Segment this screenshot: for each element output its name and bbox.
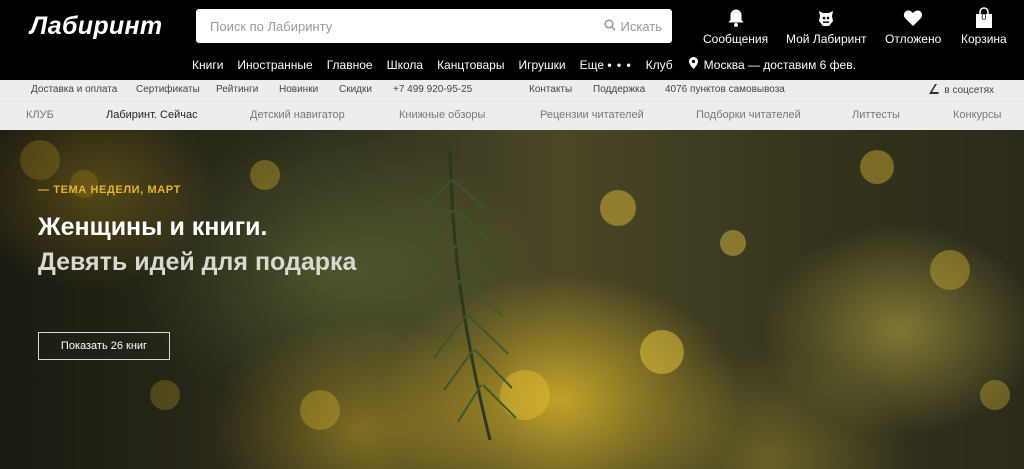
social-logo-icon — [928, 83, 940, 98]
bokeh-dot — [640, 330, 684, 374]
section-reader-reviews[interactable]: Рецензии читателей — [540, 109, 644, 121]
bell-icon — [727, 6, 745, 30]
utility-bar: Доставка и оплата Сертификаты Рейтинги Н… — [0, 80, 1024, 101]
search-bar: Искать — [196, 9, 672, 43]
messages-label: Сообщения — [703, 32, 769, 46]
heart-icon — [903, 6, 923, 30]
category-club[interactable]: Клуб — [646, 58, 673, 72]
more-dots-icon: • • • — [607, 57, 632, 72]
hero-title: Женщины и книги. Девять идей для подарка — [38, 210, 358, 280]
hero-content: — ТЕМА НЕДЕЛИ, МАРТ Женщины и книги. Дев… — [38, 184, 358, 280]
delivery-location-label: Москва — доставим 6 фев. — [703, 57, 856, 72]
location-pin-icon — [688, 57, 698, 72]
util-phone[interactable]: +7 499 920-95-25 — [393, 84, 472, 95]
site-logo[interactable]: Лабиринт — [30, 12, 162, 41]
section-club[interactable]: КЛУБ — [26, 109, 54, 121]
search-button-label: Искать — [620, 18, 663, 34]
search-input[interactable] — [196, 9, 596, 43]
category-more-label: Еще — [579, 57, 605, 72]
util-certificates[interactable]: Сертификаты — [136, 84, 200, 95]
top-header: Лабиринт Искать Сообщения Мой Лабиринт О… — [0, 0, 1024, 80]
section-now[interactable]: Лабиринт. Сейчас — [106, 109, 198, 121]
util-delivery[interactable]: Доставка и оплата — [31, 84, 117, 95]
util-pickup-points[interactable]: 4076 пунктов самовывоза — [665, 84, 785, 95]
category-nav: Книги Иностранные Главное Школа Канцтова… — [192, 57, 856, 72]
hero-title-line1: Женщины и книги. — [38, 213, 268, 241]
category-foreign[interactable]: Иностранные — [237, 58, 312, 72]
hero-banner[interactable]: — ТЕМА НЕДЕЛИ, МАРТ Женщины и книги. Дев… — [0, 130, 1024, 469]
util-new[interactable]: Новинки — [279, 84, 318, 95]
cart-count: 0 — [981, 12, 987, 22]
util-contacts[interactable]: Контакты — [529, 84, 572, 95]
deferred-button[interactable]: Отложено — [885, 6, 941, 46]
my-labirint-label: Мой Лабиринт — [786, 32, 867, 46]
category-more[interactable]: Еще • • • — [580, 58, 632, 72]
search-button[interactable]: Искать — [603, 9, 663, 43]
social-label: в соцсетях — [944, 85, 994, 96]
bokeh-dot — [980, 380, 1010, 410]
minotaur-icon — [815, 6, 837, 30]
section-kids-navigator[interactable]: Детский навигатор — [250, 109, 345, 121]
delivery-location[interactable]: Москва — доставим 6 фев. — [688, 57, 856, 72]
deferred-label: Отложено — [885, 32, 942, 46]
show-books-button[interactable]: Показать 26 книг — [38, 332, 170, 360]
bokeh-dot — [930, 250, 970, 290]
section-littests[interactable]: Литтесты — [852, 109, 900, 121]
section-book-reviews[interactable]: Книжные обзоры — [399, 109, 485, 121]
bokeh-dot — [600, 190, 636, 226]
util-support[interactable]: Поддержка — [593, 84, 645, 95]
hero-kicker: — ТЕМА НЕДЕЛИ, МАРТ — [38, 184, 181, 196]
category-school[interactable]: Школа — [387, 58, 423, 72]
messages-button[interactable]: Сообщения — [703, 6, 768, 46]
cart-button[interactable]: 0 Корзина — [961, 6, 1007, 46]
hero-shade — [0, 130, 520, 469]
social-link[interactable]: в соцсетях — [928, 83, 994, 98]
category-stationery[interactable]: Канцтовары — [437, 58, 504, 72]
section-contests[interactable]: Конкурсы — [953, 109, 1001, 121]
category-main[interactable]: Главное — [327, 58, 373, 72]
cart-label: Корзина — [961, 32, 1007, 46]
section-nav: КЛУБ Лабиринт. Сейчас Детский навигатор … — [0, 101, 1024, 130]
my-labirint-button[interactable]: Мой Лабиринт — [786, 6, 866, 46]
util-ratings[interactable]: Рейтинги — [216, 84, 258, 95]
search-icon — [603, 18, 616, 34]
category-toys[interactable]: Игрушки — [518, 58, 565, 72]
category-books[interactable]: Книги — [192, 58, 223, 72]
bokeh-dot — [860, 150, 894, 184]
section-reader-collections[interactable]: Подборки читателей — [696, 109, 801, 121]
hero-title-line2: Девять идей для подарка — [38, 248, 357, 276]
bokeh-dot — [720, 230, 746, 256]
util-discounts[interactable]: Скидки — [339, 84, 372, 95]
